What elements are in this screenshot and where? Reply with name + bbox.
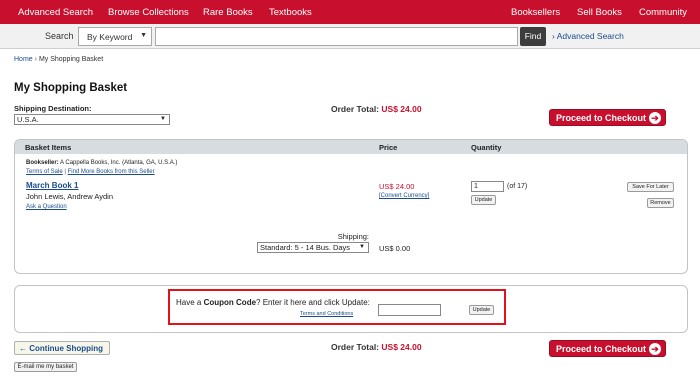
arrow-right-icon: ➔ — [649, 112, 661, 124]
shipping-destination-value: U.S.A. — [17, 115, 39, 124]
seller-links: Terms of Sale | Find More Books from thi… — [26, 169, 155, 175]
shipping-destination-select[interactable]: U.S.A. ▼ — [14, 114, 170, 125]
coupon-prompt-post: ? Enter it here and click Update: — [256, 298, 370, 307]
proceed-to-checkout-button[interactable]: Proceed to Checkout ➔ — [549, 340, 666, 357]
advanced-search-label: Advanced Search — [556, 31, 624, 41]
chevron-down-icon: ▼ — [160, 116, 166, 122]
find-button[interactable]: Find — [520, 27, 546, 46]
save-for-later-button[interactable]: Save For Later — [627, 182, 674, 192]
link-separator: | — [64, 169, 66, 175]
header-basket-items: Basket Items — [25, 143, 72, 152]
breadcrumb-home[interactable]: Home — [14, 56, 33, 63]
continue-shopping-label: Continue Shopping — [29, 344, 103, 353]
order-total-value: US$ 24.00 — [381, 342, 422, 352]
shipping-method-select[interactable]: Standard: 5 - 14 Bus. Days ▼ — [257, 242, 369, 253]
checkout-label: Proceed to Checkout — [556, 113, 647, 123]
coupon-prompt-bold: Coupon Code — [203, 298, 257, 307]
coupon-highlight-frame — [168, 289, 506, 325]
quantity-input[interactable]: 1 — [471, 181, 504, 192]
update-quantity-button[interactable]: Update — [471, 195, 496, 205]
search-mode-select[interactable]: By Keyword ▼ — [78, 27, 152, 46]
quantity-available: (of 17) — [507, 183, 528, 190]
top-nav-bar: Advanced Search Browse Collections Rare … — [0, 0, 700, 24]
shipping-label: Shipping: — [337, 232, 369, 241]
terms-of-sale-link[interactable]: Terms of Sale — [26, 169, 63, 175]
bookseller-info: Bookseller: A Cappella Books, Inc. (Atla… — [26, 160, 177, 166]
ask-question-link[interactable]: Ask a Question — [26, 204, 67, 210]
search-bar: Search By Keyword ▼ Find › Advanced Sear… — [0, 24, 700, 49]
header-quantity: Quantity — [471, 143, 502, 152]
book-title-link[interactable]: March Book 1 — [26, 181, 78, 190]
shipping-destination-label: Shipping Destination: — [14, 104, 92, 113]
coupon-code-input[interactable] — [378, 304, 441, 316]
breadcrumb: Home › My Shopping Basket — [14, 56, 103, 63]
bookseller-label: Bookseller: — [26, 160, 59, 166]
coupon-update-button[interactable]: Update — [469, 305, 494, 315]
nav-rare-books[interactable]: Rare Books — [203, 7, 253, 18]
search-mode-value: By Keyword — [87, 32, 133, 42]
convert-currency-link[interactable]: [Convert Currency] — [379, 193, 429, 199]
remove-button[interactable]: Remove — [647, 198, 674, 208]
page-title: My Shopping Basket — [14, 82, 128, 94]
breadcrumb-current: My Shopping Basket — [38, 56, 104, 63]
book-authors: John Lewis, Andrew Aydin — [26, 192, 114, 201]
checkout-label: Proceed to Checkout — [556, 344, 647, 354]
header-price: Price — [379, 143, 398, 152]
chevron-down-icon: ▼ — [140, 32, 147, 39]
coupon-prompt: Have a Coupon Code? Enter it here and cl… — [176, 298, 370, 307]
table-header: Basket Items Price Quantity — [15, 140, 687, 154]
chevron-down-icon: ▼ — [359, 244, 365, 250]
order-total-label: Order Total: — [331, 104, 380, 114]
nav-sell-books[interactable]: Sell Books — [577, 7, 622, 18]
order-total-bottom: Order Total: US$ 24.00 — [331, 342, 422, 352]
bookseller-name: A Cappella Books, Inc. (Atlanta, GA, U.S… — [60, 160, 178, 166]
nav-community[interactable]: Community — [639, 7, 687, 18]
search-input[interactable] — [155, 27, 518, 46]
nav-booksellers[interactable]: Booksellers — [511, 7, 560, 18]
order-total-top: Order Total: US$ 24.00 — [331, 104, 422, 114]
email-basket-button[interactable]: E-mail me my basket — [14, 362, 77, 372]
order-total-value: US$ 24.00 — [381, 104, 422, 114]
coupon-prompt-pre: Have a — [176, 298, 202, 307]
nav-textbooks[interactable]: Textbooks — [269, 7, 312, 18]
order-total-label: Order Total: — [331, 342, 380, 352]
search-label: Search — [45, 31, 74, 41]
arrow-left-icon: ← — [19, 344, 27, 353]
shipping-method-value: Standard: 5 - 14 Bus. Days — [260, 243, 351, 252]
basket-items-table: Basket Items Price Quantity Bookseller: … — [14, 139, 688, 274]
continue-shopping-button[interactable]: ← Continue Shopping — [14, 341, 110, 355]
advanced-search-link[interactable]: › Advanced Search — [552, 31, 624, 41]
shipping-cost: US$ 0.00 — [379, 244, 411, 253]
nav-advanced-search[interactable]: Advanced Search — [18, 7, 93, 18]
item-price: US$ 24.00 — [379, 182, 415, 191]
coupon-terms-link[interactable]: Terms and Conditions — [300, 311, 353, 317]
nav-browse-collections[interactable]: Browse Collections — [108, 7, 189, 18]
breadcrumb-separator: › — [34, 56, 37, 63]
arrow-right-icon: ➔ — [649, 343, 661, 355]
find-more-books-link[interactable]: Find More Books from this Seller — [68, 169, 155, 175]
proceed-to-checkout-button[interactable]: Proceed to Checkout ➔ — [549, 109, 666, 126]
